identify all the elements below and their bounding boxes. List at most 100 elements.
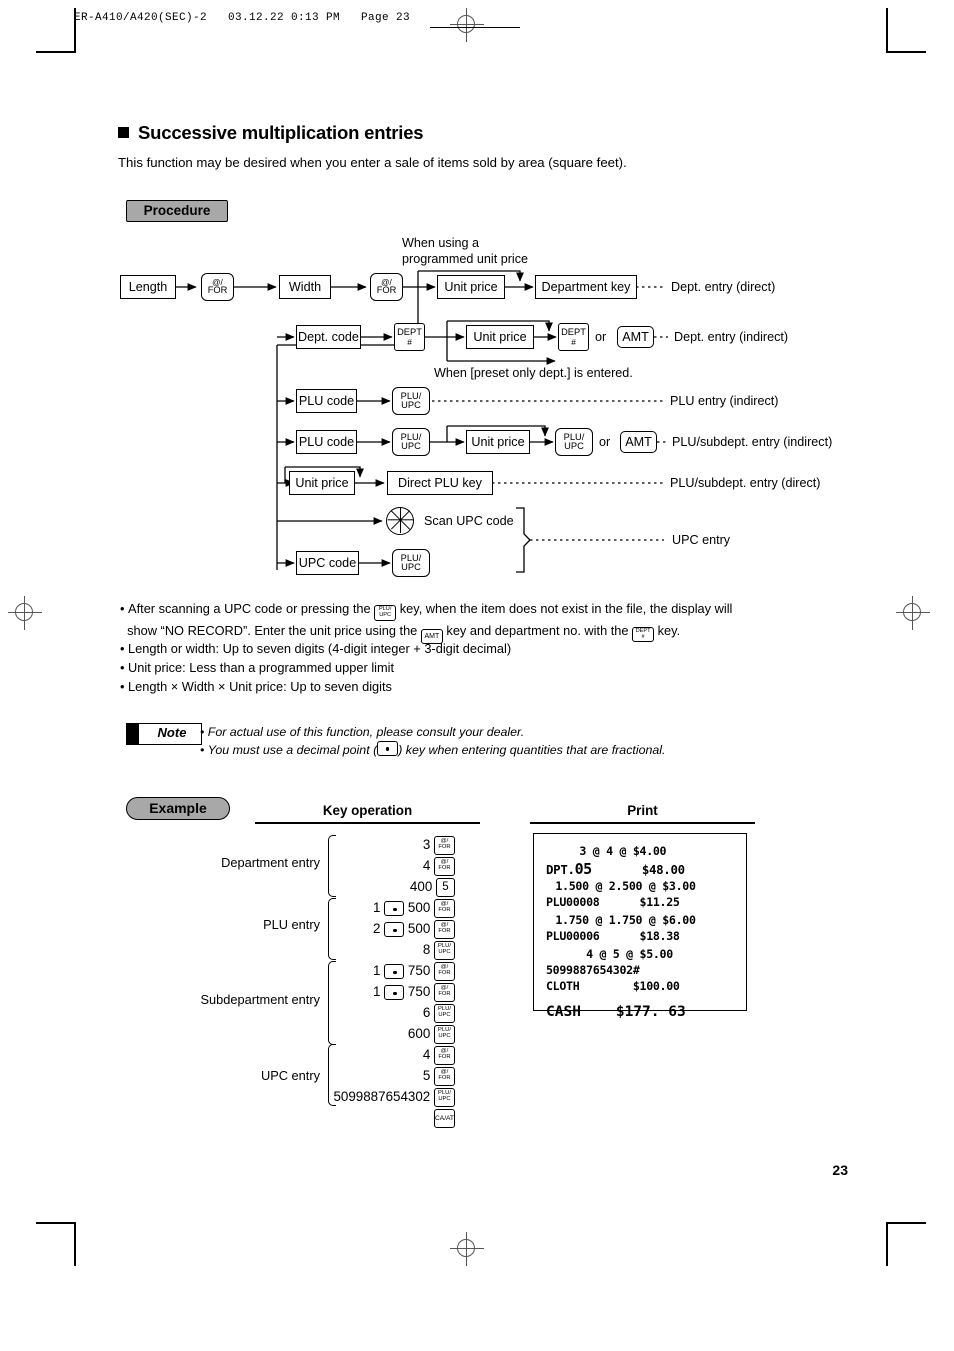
note-item-1: • For actual use of this function, pleas… [200,725,525,739]
key-plu-upc-1: PLU/UPC [392,387,430,415]
key-at-for-cap[interactable]: @/FOR [434,1067,455,1086]
flow-label-dept-direct: Dept. entry (direct) [671,280,776,294]
flow-node-unit-price-2: Unit price [466,325,534,349]
receipt-line: 4 @ 5 @ $5.00 [546,947,673,961]
flow-note-top-line2: programmed unit price [402,252,528,266]
flow-label-dept-indirect: Dept. entry (indirect) [674,330,789,344]
crop-mark-br-v [886,1222,888,1266]
crop-mark-br-h [886,1222,926,1224]
receipt-print-sample: 3 @ 4 @ $4.00 DPT.05 $48.00 1.500 @ 2.50… [533,833,747,1020]
intro-paragraph: This function may be desired when you en… [118,155,627,170]
registration-mark-top [450,8,484,42]
registration-mark-bottom [450,1232,484,1266]
procedure-badge: Procedure [126,200,228,222]
receipt-line: 3 @ 4 @ $4.00 [546,844,667,858]
key-at-for-cap[interactable]: @/FOR [434,1046,455,1065]
page-title: Successive multiplication entries [118,122,424,144]
key-decimal-cap[interactable] [384,922,405,937]
bullet-3: • Unit price: Less than a programmed upp… [120,660,395,675]
flow-label-plu-subdept-indirect: PLU/subdept. entry (indirect) [672,435,833,449]
key-dept-hash-2: DEPT # [558,323,589,351]
crop-mark-tl-h [36,51,76,53]
bullet-4: • Length × Width × Unit price: Up to sev… [120,679,392,694]
flow-node-unit-price-3: Unit price [466,430,530,454]
key-decimal-cap[interactable] [384,964,405,979]
bullet-1-line1: • After scanning a UPC code or pressing … [120,601,732,621]
example-badge: Example [126,797,230,820]
op-row-upc-2: 5 @/FOR [250,1067,455,1086]
bullet-2: • Length or width: Up to seven digits (4… [120,641,512,656]
column-header-key-operation: Key operation [322,803,413,818]
column-rule-key [255,822,480,824]
flow-node-department-key: Department key [535,275,637,299]
op-row-dept-2: 4 @/FOR [250,857,455,876]
decimal-point-icon [377,741,399,756]
flow-label-upc-entry: UPC entry [672,533,731,547]
note-badge-label: Note [157,725,187,740]
op-row-upc-4: CA/AT [250,1109,455,1128]
op-row-upc-3: 5099887654302 PLU/UPC [250,1088,455,1107]
receipt-line: 1.750 @ 1.750 @ $6.00 [542,913,696,927]
key-at-for-cap[interactable]: @/FOR [434,899,455,918]
key-plu-upc-cap[interactable]: PLU/UPC [434,941,455,960]
registration-mark-right [896,596,930,630]
crop-mark-bl-h [36,1222,76,1224]
op-row-plu-3: 8 PLU/UPC [250,941,455,960]
bullet-1: • After scanning a UPC code or pressing … [120,599,840,644]
note-item-2: • You must use a decimal point () key wh… [200,741,666,757]
receipt-line: CLOTH $100.00 [546,979,680,993]
key-at-for-2: @/FOR [370,273,403,301]
key-plu-upc-2: PLU/UPC [392,428,430,456]
bullet-square-icon [118,127,129,138]
receipt-line: 5099887654302# [546,963,640,977]
receipt-line: DPT.05 $48.00 [546,860,685,878]
op-row-sub-1: 1 750 @/FOR [250,962,455,981]
dept-hash-icon: DEPT # [632,627,655,643]
key-plu-upc-cap[interactable]: PLU/UPC [434,1004,455,1023]
key-amt-1: AMT [617,326,654,348]
plu-upc-icon: PLU/UPC [374,605,397,621]
key-5-cap[interactable]: 5 [436,878,455,897]
op-row-plu-2: 2 500 @/FOR [250,920,455,939]
header-rule [430,27,520,28]
key-at-for-cap[interactable]: @/FOR [434,920,455,939]
key-at-for-cap[interactable]: @/FOR [434,836,455,855]
registration-mark-left [8,596,42,630]
flow-label-plu-subdept-direct: PLU/subdept. entry (direct) [670,476,821,490]
flow-node-width: Width [279,275,331,299]
op-row-plu-1: 1 500 @/FOR [250,899,455,918]
key-plu-upc-cap[interactable]: PLU/UPC [434,1025,455,1044]
crop-mark-bl-v [74,1222,76,1266]
key-at-for-cap[interactable]: @/FOR [434,962,455,981]
receipt-line-total: CASH $177. 63 [546,1004,686,1020]
flow-note-top-line1: When using a [402,236,480,250]
flow-node-length: Length [120,275,176,299]
key-decimal-cap[interactable] [384,901,405,916]
column-rule-print [530,822,755,824]
flow-node-plu-code-2: PLU code [296,430,357,454]
bullet-1-line2: show “NO RECORD”. Enter the unit price u… [120,623,680,644]
receipt-line: 1.500 @ 2.500 @ $3.00 [542,879,696,893]
receipt-line: PLU00006 $18.38 [546,929,680,943]
op-row-sub-4: 600 PLU/UPC [250,1025,455,1044]
op-row-upc-1: 4 @/FOR [250,1046,455,1065]
flow-label-plu-indirect: PLU entry (indirect) [670,394,779,408]
key-plu-upc-cap[interactable]: PLU/UPC [434,1088,455,1107]
key-at-for-cap[interactable]: @/FOR [434,983,455,1002]
key-plu-upc-4: PLU/UPC [392,549,430,577]
receipt-line: PLU00008 $11.25 [546,895,680,909]
op-row-dept-1: 3 @/FOR [250,836,455,855]
column-header-print: Print [627,803,658,818]
key-at-for-cap[interactable]: @/FOR [434,857,455,876]
flow-node-dept-code: Dept. code [296,325,361,349]
key-plu-upc-3: PLU/UPC [555,428,593,456]
crop-mark-tr-h [886,51,926,53]
key-ca-at-cap[interactable]: CA/AT [434,1109,455,1128]
flow-node-direct-plu-key: Direct PLU key [387,471,493,495]
op-row-sub-2: 1 750 @/FOR [250,983,455,1002]
key-dept-hash-1: DEPT # [394,323,425,351]
flow-node-unit-price-1: Unit price [437,275,505,299]
crop-mark-tr-v [886,8,888,52]
key-decimal-cap[interactable] [384,985,405,1000]
flow-node-plu-code-1: PLU code [296,389,357,413]
